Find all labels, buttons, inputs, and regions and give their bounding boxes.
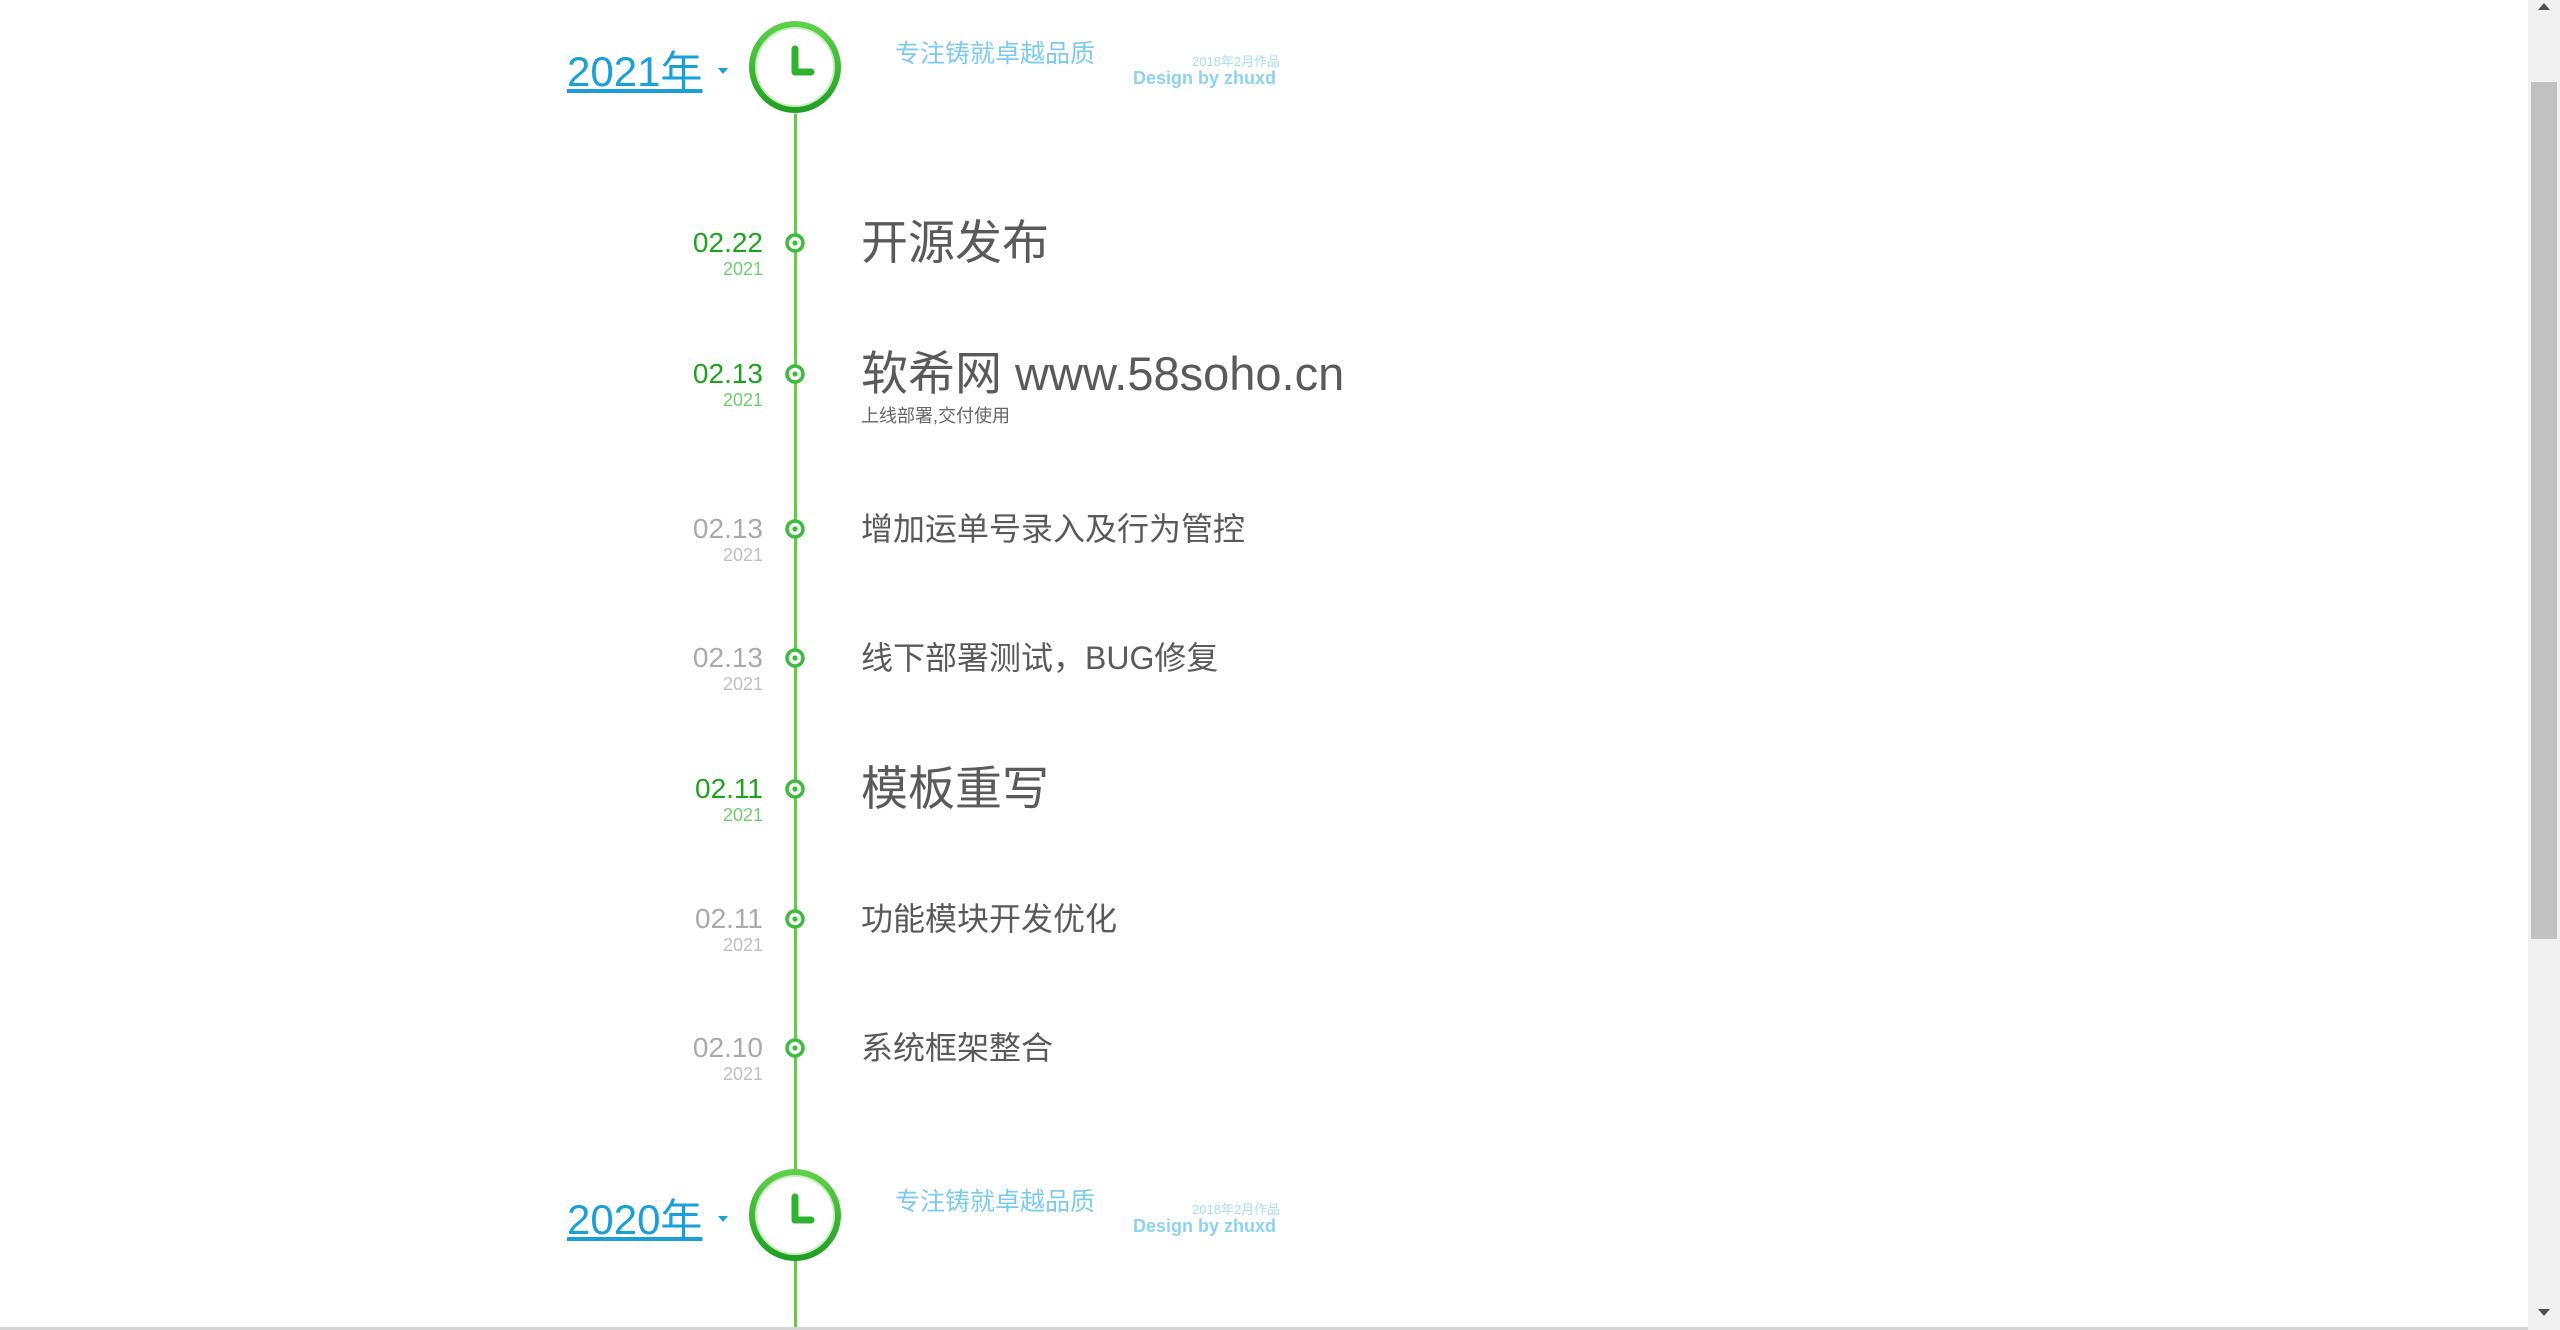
ring-dot-icon	[783, 907, 807, 931]
arrow-up-icon	[2538, 3, 2550, 10]
event-date: 02.11	[695, 773, 763, 804]
clock-icon-graphic	[749, 1169, 841, 1261]
event-subtitle: 上线部署,交付使用	[861, 406, 1011, 426]
slogan-text: 专注铸就卓越品质	[895, 1188, 1096, 1216]
event-title: 软希网 www.58soho.cn	[861, 347, 1345, 400]
clock-icon	[748, 1168, 842, 1262]
event-title: 模板重写	[861, 762, 1049, 815]
ring-dot-icon	[783, 362, 807, 386]
vertical-scrollbar[interactable]	[2528, 0, 2560, 1330]
slogan-text: 专注铸就卓越品质	[895, 40, 1096, 68]
timeline-axis-line	[794, 114, 797, 1330]
event-title: 开源发布	[861, 216, 1049, 269]
event-title: 功能模块开发优化	[861, 901, 1118, 937]
timeline-page: 2021年 专注铸就卓越品质 2018年2月作品 Design by zhuxd…	[0, 0, 2528, 1330]
clock-icon-graphic	[749, 21, 841, 113]
work-date-note: 2018年2月作品	[1192, 54, 1281, 69]
caret-down-icon[interactable]	[718, 1216, 728, 1222]
clock-icon	[748, 20, 842, 114]
scrollbar-thumb[interactable]	[2531, 82, 2557, 939]
event-year: 2021	[722, 935, 763, 955]
design-credit: Design by zhuxd	[1133, 68, 1277, 88]
event-title: 增加运单号录入及行为管控	[861, 511, 1246, 547]
event-year: 2021	[722, 545, 763, 565]
event-year: 2021	[722, 674, 763, 694]
ring-dot-icon	[783, 777, 807, 801]
scroll-up-button[interactable]	[2528, 0, 2560, 24]
event-year: 2021	[722, 259, 763, 279]
event-year: 2021	[722, 805, 763, 825]
event-year: 2021	[722, 390, 763, 410]
event-date: 02.13	[692, 513, 763, 544]
ring-dot-icon	[783, 231, 807, 255]
scroll-down-button[interactable]	[2528, 1306, 2560, 1330]
event-title: 线下部署测试，BUG修复	[861, 640, 1219, 676]
work-date-note: 2018年2月作品	[1192, 1202, 1281, 1217]
year-link[interactable]: 2020年	[567, 1195, 702, 1245]
ring-dot-icon	[783, 517, 807, 541]
event-date: 02.10	[692, 1032, 763, 1063]
event-date: 02.13	[692, 642, 763, 673]
event-year: 2021	[722, 1064, 763, 1084]
arrow-down-icon	[2538, 1309, 2550, 1316]
caret-down-icon[interactable]	[718, 68, 728, 74]
design-credit: Design by zhuxd	[1133, 1216, 1277, 1236]
event-title: 系统框架整合	[861, 1030, 1054, 1066]
event-date: 02.22	[692, 227, 763, 258]
ring-dot-icon	[783, 1036, 807, 1060]
event-date: 02.11	[695, 903, 763, 934]
ring-dot-icon	[783, 646, 807, 670]
event-date: 02.13	[692, 358, 763, 389]
year-link[interactable]: 2021年	[567, 47, 702, 97]
